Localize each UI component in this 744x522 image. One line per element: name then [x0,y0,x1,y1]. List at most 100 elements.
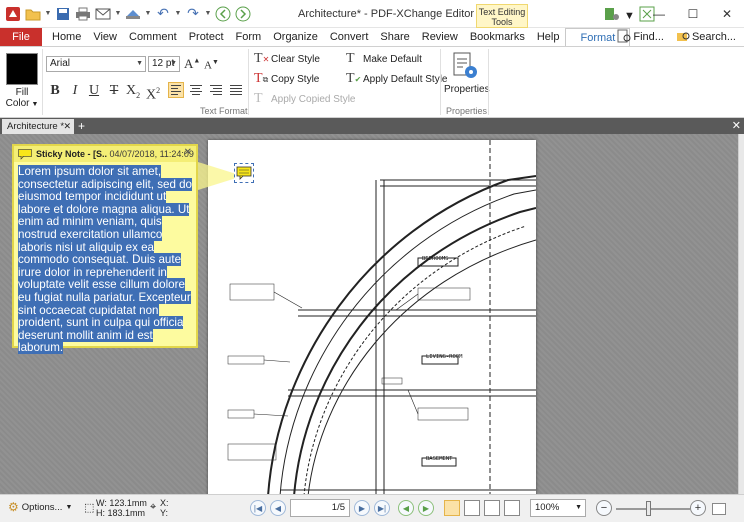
open-folder-icon[interactable] [24,5,42,23]
tab-review[interactable]: Review [416,28,464,46]
align-left-icon[interactable] [168,82,184,98]
document-canvas[interactable]: BEDROOMS LIVING-ROOM BASEMENT Sticky Not… [0,134,738,496]
options-button[interactable]: ⚙ Options... ▼ [8,500,72,514]
tab-share[interactable]: Share [374,28,415,46]
sticky-note-anchor-icon[interactable] [234,163,254,183]
document-tab[interactable]: Architecture * ✕ [2,119,74,134]
zoom-select[interactable]: 100% ▼ [530,499,586,517]
close-tab-icon[interactable]: ✕ [63,119,71,134]
fullscreen-toggle-button[interactable] [712,503,726,515]
fill-color-button[interactable]: Fill Color ▼ [4,87,40,110]
email-dropdown-icon[interactable]: ▼ [114,10,122,17]
sticky-note-close-icon[interactable]: ✕ [184,146,192,160]
zoom-in-button[interactable]: + [690,500,706,516]
continuous-view-button[interactable] [464,500,480,516]
label-bedrooms: BEDROOMS [422,256,449,262]
undo-dropdown-icon[interactable]: ▼ [174,10,182,17]
font-dropdown-icon: ▼ [136,60,143,67]
redo-dropdown-icon[interactable]: ▼ [204,10,212,17]
apply-default-style-button[interactable]: T✔ Apply Default Style [346,71,448,87]
email-icon[interactable] [94,5,112,23]
ui-options-icon[interactable] [604,6,620,25]
font-size-select[interactable]: 12 pt ▼ [148,56,180,72]
apply-default-style-icon: T✔ [346,71,362,86]
undo-icon[interactable]: ↶ [154,5,172,23]
ribbon-tabs: File Home View Comment Protect Form Orga… [0,28,744,46]
redo-icon[interactable]: ↷ [184,5,202,23]
zoom-slider-thumb[interactable] [646,501,651,516]
font-family-select[interactable]: Arial ▼ [46,56,146,72]
apply-copied-style-button[interactable]: T Apply Copied Style [254,91,356,107]
back-icon[interactable] [214,5,232,23]
tab-protect[interactable]: Protect [183,28,230,46]
find-button[interactable]: Find... [613,29,668,46]
facing-continuous-view-button[interactable] [504,500,520,516]
clear-style-button[interactable]: T✕ Clear Style [254,51,320,67]
previous-page-button[interactable]: ◀ [270,500,286,516]
italic-icon[interactable]: I [68,82,82,100]
sticky-note-header[interactable]: Sticky Note - [S.. 04/07/2018, 11:24:09 [14,146,196,162]
search-button[interactable]: Search... [672,29,740,46]
first-page-button[interactable]: |◀ [250,500,266,516]
document-tab-strip: Architecture * ✕ + ✕ [0,118,744,134]
tab-convert[interactable]: Convert [324,28,375,46]
make-default-icon: T [346,51,355,66]
tab-comment[interactable]: Comment [123,28,183,46]
align-justify-icon[interactable] [228,82,244,98]
bold-icon[interactable]: B [48,82,62,100]
last-page-button[interactable]: ▶| [374,500,390,516]
quick-access-toolbar: ▼ ▼ ▼ ↶ ▼ ↷ ▼ [0,5,252,23]
scan-dropdown-icon[interactable]: ▼ [144,10,152,17]
close-button[interactable]: ✕ [710,0,744,28]
tab-bookmarks[interactable]: Bookmarks [464,28,531,46]
close-all-icon[interactable]: ✕ [732,118,741,134]
make-default-button[interactable]: T Make Default [346,51,422,67]
window-controls: — ☐ ✕ [642,0,744,28]
fill-color-swatch[interactable] [6,53,38,85]
clear-style-label: Clear Style [271,53,320,65]
forward-icon[interactable] [234,5,252,23]
single-page-view-button[interactable] [444,500,460,516]
copy-style-label: Copy Style [271,73,320,85]
ui-options-dropdown-icon[interactable]: ▼ [624,10,635,22]
tab-view[interactable]: View [87,28,123,46]
strikethrough-icon[interactable]: T [106,82,122,100]
new-tab-icon[interactable]: + [78,119,85,133]
subscript-icon[interactable]: X2 [124,82,142,100]
align-center-icon[interactable] [188,82,204,98]
sticky-note-date: 04/07/2018, 11:24:09 [109,149,194,159]
tab-help[interactable]: Help [531,28,566,46]
save-icon[interactable] [54,5,72,23]
zoom-out-button[interactable]: − [596,500,612,516]
pdf-page[interactable]: BEDROOMS LIVING-ROOM BASEMENT [208,140,536,496]
underline-icon[interactable]: U [86,82,102,100]
minimize-button[interactable]: — [642,0,676,28]
app-logo-icon [4,5,22,23]
facing-view-button[interactable] [484,500,500,516]
next-view-button[interactable]: ▶ [418,500,434,516]
copy-style-button[interactable]: T⧉ Copy Style [254,71,319,87]
fill-label: Fill [15,87,29,98]
shrink-font-icon[interactable]: A▼ [204,58,219,72]
tab-organize[interactable]: Organize [267,28,324,46]
vertical-scrollbar[interactable] [738,134,744,494]
next-page-button[interactable]: ▶ [354,500,370,516]
sticky-note-text[interactable]: Lorem ipsum dolor sit amet, consectetur … [18,165,194,355]
grow-font-icon[interactable]: A▲ [184,56,200,72]
zoom-slider-track[interactable] [616,508,690,510]
print-icon[interactable] [74,5,92,23]
align-right-icon[interactable] [208,82,224,98]
open-dropdown-icon[interactable]: ▼ [44,10,52,17]
maximize-button[interactable]: ☐ [676,0,710,28]
page-number-input[interactable]: 1/5 [290,499,350,517]
search-label: Search... [691,31,736,43]
sticky-note-popup[interactable]: Sticky Note - [S.. 04/07/2018, 11:24:09 … [12,144,198,355]
superscript-icon[interactable]: X2 [144,82,162,103]
tab-file[interactable]: File [0,28,42,46]
tab-form[interactable]: Form [230,28,268,46]
scan-icon[interactable] [124,5,142,23]
tab-home[interactable]: Home [46,28,87,46]
properties-button[interactable]: Properties [444,51,490,95]
previous-view-button[interactable]: ◀ [398,500,414,516]
separator [248,49,249,115]
